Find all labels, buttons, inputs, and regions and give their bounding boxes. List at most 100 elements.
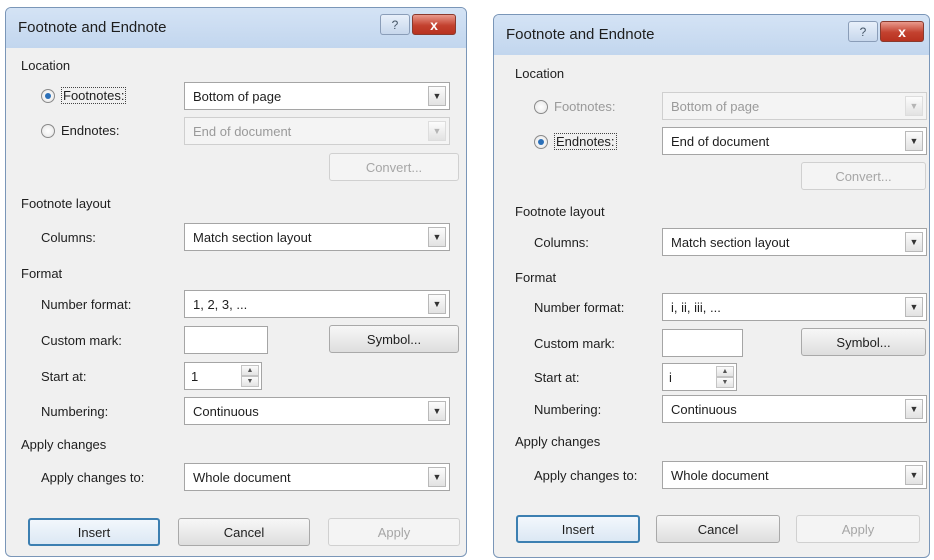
columns-select[interactable]: Match section layout ▼: [184, 223, 450, 251]
convert-button[interactable]: Convert...: [329, 153, 459, 181]
location-header: Location: [21, 58, 71, 73]
numbering-label: Numbering:: [41, 404, 109, 419]
footnotes-radio[interactable]: [41, 89, 55, 103]
footnote-layout-header: Footnote layout: [21, 196, 111, 211]
custom-mark-label: Custom mark:: [41, 333, 122, 348]
help-button[interactable]: ?: [380, 14, 410, 35]
footnote-endnote-dialog-footnotes: Footnote and Endnote ? x Location Footno…: [5, 7, 467, 557]
chevron-down-icon: ▼: [905, 399, 923, 419]
custom-mark-input[interactable]: [184, 326, 268, 354]
apply-changes-to-select[interactable]: Whole document ▼: [184, 463, 450, 491]
footnotes-position-select[interactable]: Bottom of page ▼: [184, 82, 450, 110]
apply-button-label: Apply: [841, 521, 875, 537]
spin-up-icon[interactable]: ▲: [241, 365, 259, 376]
number-format-value: 1, 2, 3, ...: [193, 297, 248, 312]
numbering-select[interactable]: Continuous ▼: [184, 397, 450, 425]
endnotes-label: Endnotes:: [61, 123, 120, 138]
chevron-down-icon: ▼: [428, 86, 446, 106]
apply-changes-header: Apply changes: [21, 437, 107, 452]
chevron-down-icon: ▼: [905, 96, 923, 116]
title-bar[interactable]: Footnote and Endnote ? x: [494, 15, 929, 55]
endnotes-radio[interactable]: [41, 124, 55, 138]
symbol-button-label: Symbol...: [836, 334, 891, 350]
number-format-select[interactable]: 1, 2, 3, ... ▼: [184, 290, 450, 318]
insert-button-label: Insert: [561, 521, 595, 537]
apply-button[interactable]: Apply: [328, 518, 460, 546]
help-button[interactable]: ?: [848, 21, 878, 42]
numbering-label: Numbering:: [534, 402, 602, 417]
cancel-button[interactable]: Cancel: [656, 515, 780, 543]
chevron-down-icon: ▼: [905, 232, 923, 252]
spin-down-icon[interactable]: ▼: [241, 376, 259, 387]
numbering-value: Continuous: [671, 402, 737, 417]
insert-button[interactable]: Insert: [516, 515, 640, 543]
cancel-button-label: Cancel: [697, 521, 739, 537]
close-button[interactable]: x: [880, 21, 924, 42]
columns-select[interactable]: Match section layout ▼: [662, 228, 927, 256]
number-format-label: Number format:: [534, 300, 625, 315]
dialog-title: Footnote and Endnote: [506, 26, 655, 43]
start-at-value: 1: [191, 369, 199, 384]
footnote-endnote-dialog-endnotes: Footnote and Endnote ? x Location Footno…: [493, 14, 930, 558]
symbol-button[interactable]: Symbol...: [329, 325, 459, 353]
location-header: Location: [515, 66, 565, 81]
chevron-down-icon: ▼: [905, 297, 923, 317]
chevron-down-icon: ▼: [905, 131, 923, 151]
number-format-select[interactable]: i, ii, iii, ... ▼: [662, 293, 927, 321]
number-format-label: Number format:: [41, 297, 132, 312]
format-header: Format: [21, 266, 63, 281]
symbol-button[interactable]: Symbol...: [801, 328, 926, 356]
close-x-icon: x: [898, 23, 906, 40]
apply-button-label: Apply: [377, 524, 411, 540]
convert-button-label: Convert...: [365, 159, 423, 175]
apply-button[interactable]: Apply: [796, 515, 920, 543]
apply-changes-to-value: Whole document: [671, 468, 769, 483]
title-bar[interactable]: Footnote and Endnote ? x: [6, 8, 466, 48]
footnotes-label: Footnotes:: [61, 87, 127, 104]
chevron-down-icon: ▼: [905, 465, 923, 485]
endnotes-position-select[interactable]: End of document ▼: [184, 117, 450, 145]
footnotes-position-select[interactable]: Bottom of page ▼: [662, 92, 927, 120]
endnotes-position-value: End of document: [193, 124, 292, 139]
spin-down-icon[interactable]: ▼: [716, 377, 734, 388]
footnotes-label: Footnotes:: [554, 99, 616, 114]
dialog-body: Location Footnotes: Bottom of page ▼ End…: [13, 48, 460, 549]
apply-changes-to-select[interactable]: Whole document ▼: [662, 461, 927, 489]
cancel-button[interactable]: Cancel: [178, 518, 310, 546]
endnotes-position-select[interactable]: End of document ▼: [662, 127, 927, 155]
question-mark-icon: ?: [859, 24, 867, 39]
start-at-spinner[interactable]: 1 ▲ ▼: [184, 362, 262, 390]
apply-changes-header: Apply changes: [515, 434, 601, 449]
question-mark-icon: ?: [391, 17, 399, 32]
format-header: Format: [515, 270, 557, 285]
columns-label: Columns:: [534, 235, 589, 250]
apply-changes-to-value: Whole document: [193, 470, 291, 485]
columns-label: Columns:: [41, 230, 96, 245]
cancel-button-label: Cancel: [223, 524, 265, 540]
columns-value: Match section layout: [671, 235, 790, 250]
apply-changes-to-label: Apply changes to:: [534, 468, 638, 483]
footnotes-position-value: Bottom of page: [193, 89, 282, 104]
endnotes-radio[interactable]: [534, 135, 548, 149]
apply-changes-to-label: Apply changes to:: [41, 470, 145, 485]
chevron-down-icon: ▼: [428, 121, 446, 141]
chevron-down-icon: ▼: [428, 227, 446, 247]
start-at-spinner[interactable]: i ▲ ▼: [662, 363, 737, 391]
convert-button[interactable]: Convert...: [801, 162, 926, 190]
footnotes-radio[interactable]: [534, 100, 548, 114]
close-button[interactable]: x: [412, 14, 456, 35]
footnote-layout-header: Footnote layout: [515, 204, 605, 219]
dialog-title: Footnote and Endnote: [18, 19, 167, 36]
chevron-down-icon: ▼: [428, 401, 446, 421]
symbol-button-label: Symbol...: [366, 331, 422, 347]
numbering-select[interactable]: Continuous ▼: [662, 395, 927, 423]
number-format-value: i, ii, iii, ...: [671, 300, 721, 315]
spin-up-icon[interactable]: ▲: [716, 366, 734, 377]
start-at-label: Start at:: [41, 369, 87, 384]
insert-button[interactable]: Insert: [28, 518, 160, 546]
convert-button-label: Convert...: [835, 168, 892, 184]
chevron-down-icon: ▼: [428, 467, 446, 487]
custom-mark-input[interactable]: [662, 329, 743, 357]
columns-value: Match section layout: [193, 230, 312, 245]
insert-button-label: Insert: [77, 524, 111, 540]
